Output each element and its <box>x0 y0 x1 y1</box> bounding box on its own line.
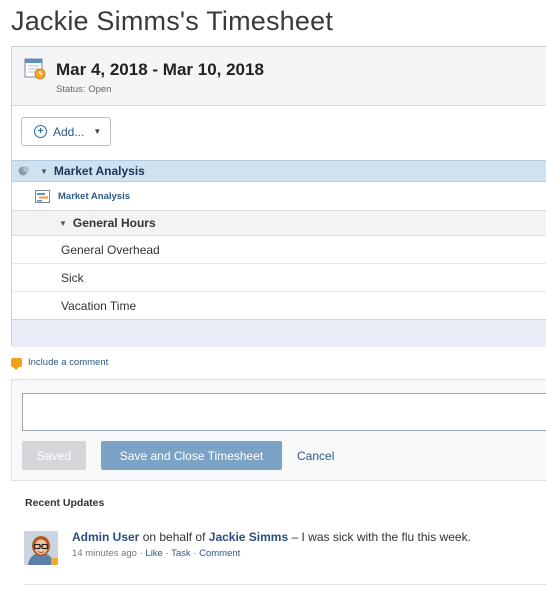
hour-type-label: General Overhead <box>61 242 160 257</box>
task-icon <box>35 189 50 203</box>
comment-section: Saved Save and Close Timesheet Cancel <box>11 379 546 481</box>
comment-link[interactable]: Comment <box>199 548 240 559</box>
collapse-triangle-icon[interactable]: ▼ <box>40 167 48 176</box>
add-button-label: Add... <box>53 124 85 139</box>
task-row[interactable]: Market Analysis <box>12 182 546 211</box>
timesheet-status: Status: Open <box>56 84 112 95</box>
meta-separator: · <box>193 548 197 559</box>
like-link[interactable]: Like <box>145 548 162 559</box>
comment-input[interactable] <box>22 393 546 431</box>
calendar-clock-icon <box>24 58 46 80</box>
add-dropdown-button[interactable]: + Add... ▼ <box>21 117 111 146</box>
hour-type-row[interactable]: Vacation Time <box>12 292 546 320</box>
update-message: – I was sick with the flu this week. <box>291 530 471 544</box>
hour-type-row[interactable]: Sick <box>12 264 546 292</box>
include-comment-link[interactable]: Include a comment <box>11 357 108 370</box>
project-icon <box>18 166 29 176</box>
meta-separator: · <box>165 548 169 559</box>
update-author-link[interactable]: Admin User <box>72 530 139 544</box>
hour-type-label: Vacation Time <box>61 298 137 313</box>
date-range: Mar 4, 2018 - Mar 10, 2018 <box>56 60 264 79</box>
update-text: Admin User on behalf of Jackie Simms – I… <box>72 530 471 544</box>
update-subject-link[interactable]: Jackie Simms <box>209 530 288 544</box>
avatar[interactable] <box>24 531 58 565</box>
timesheet-panel: Mar 4, 2018 - Mar 10, 2018 Status: Open … <box>11 46 546 347</box>
hour-type-label: Sick <box>61 270 84 285</box>
caret-down-icon: ▼ <box>93 127 102 136</box>
collapse-triangle-icon[interactable]: ▼ <box>59 219 67 228</box>
hours-group-label: General Hours <box>72 216 156 230</box>
task-label[interactable]: Market Analysis <box>58 191 130 202</box>
include-comment-label[interactable]: Include a comment <box>28 357 108 368</box>
timesheet-header: Mar 4, 2018 - Mar 10, 2018 Status: Open <box>12 47 546 106</box>
update-time: 14 minutes ago · <box>72 548 143 559</box>
update-item: Admin User on behalf of Jackie Simms – I… <box>24 527 546 585</box>
task-link[interactable]: Task <box>171 548 191 559</box>
saved-button[interactable]: Saved <box>22 441 86 470</box>
project-row[interactable]: ▼ Market Analysis <box>12 160 546 182</box>
cancel-link[interactable]: Cancel <box>297 441 334 470</box>
save-and-close-button[interactable]: Save and Close Timesheet <box>101 441 282 470</box>
hours-group-row[interactable]: ▼ General Hours <box>12 211 546 236</box>
comment-bubble-icon <box>11 358 22 370</box>
update-meta: 14 minutes ago · Like · Task · Comment <box>72 548 240 559</box>
project-label: Market Analysis <box>53 164 145 178</box>
page-title: Jackie Simms's Timesheet <box>11 6 334 36</box>
hour-type-row[interactable]: General Overhead <box>12 236 546 264</box>
recent-updates-title: Recent Updates <box>25 497 105 509</box>
plus-circle-icon: + <box>34 125 47 138</box>
totals-row <box>12 319 546 347</box>
update-behalf-text: on behalf of <box>142 530 206 544</box>
